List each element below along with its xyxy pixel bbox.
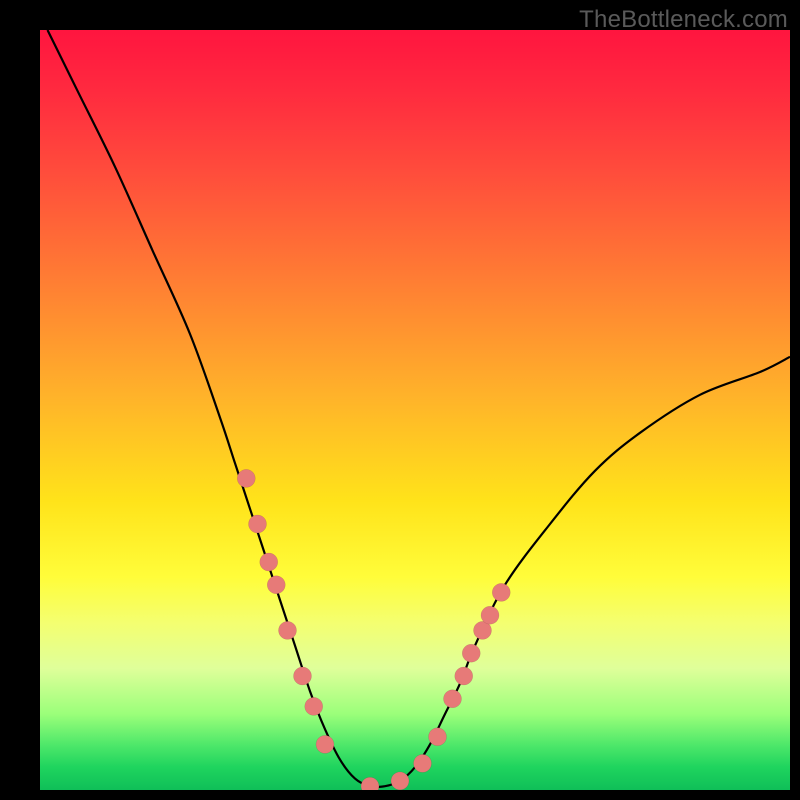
marker-group <box>237 469 510 790</box>
marker-point <box>455 667 473 685</box>
marker-point <box>294 667 312 685</box>
plot-area <box>40 30 790 790</box>
marker-point <box>481 606 499 624</box>
marker-point <box>462 644 480 662</box>
marker-point <box>279 621 297 639</box>
marker-point <box>492 583 510 601</box>
curve-svg <box>40 30 790 790</box>
marker-point <box>305 697 323 715</box>
marker-point <box>361 777 379 790</box>
marker-point <box>414 754 432 772</box>
chart-frame: TheBottleneck.com <box>0 0 800 800</box>
marker-point <box>444 690 462 708</box>
marker-point <box>267 576 285 594</box>
watermark-text: TheBottleneck.com <box>579 6 788 34</box>
bottleneck-curve <box>48 30 791 787</box>
marker-point <box>237 469 255 487</box>
marker-point <box>391 772 409 790</box>
marker-point <box>260 553 278 571</box>
marker-point <box>316 735 334 753</box>
marker-point <box>249 515 267 533</box>
marker-point <box>429 728 447 746</box>
